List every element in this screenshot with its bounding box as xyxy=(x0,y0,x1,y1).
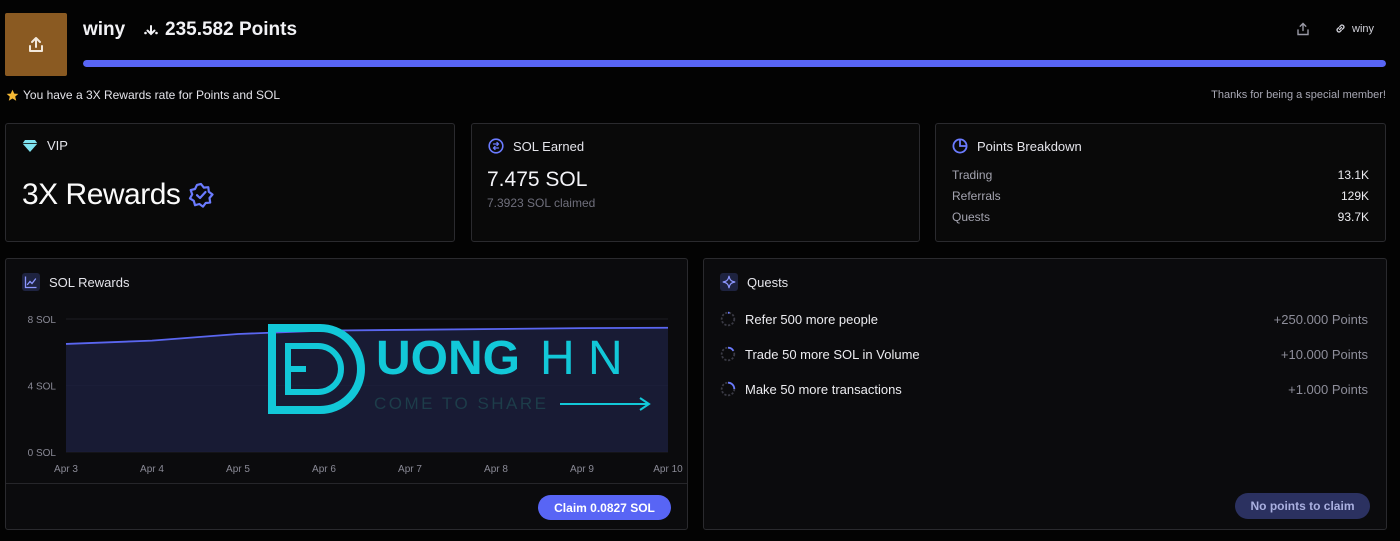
x-tick-label: Apr 4 xyxy=(140,464,164,475)
breakdown-value: 129K xyxy=(1340,189,1369,203)
progress-ring-icon xyxy=(720,311,736,327)
progress-ring-icon xyxy=(720,346,736,362)
quest-item[interactable]: Refer 500 more people +250.000 Points xyxy=(720,311,1368,327)
y-tick-label: 0 SOL xyxy=(28,448,57,459)
quest-label: Make 50 more transactions xyxy=(745,381,902,397)
quest-item[interactable]: Make 50 more transactions +1.000 Points xyxy=(720,381,1368,397)
quest-reward: +250.000 Points xyxy=(1273,311,1368,327)
watermark-arrow-icon xyxy=(560,397,651,411)
sparkle-icon xyxy=(720,273,738,291)
rewards-rate-note: You have a 3X Rewards rate for Points an… xyxy=(6,88,280,102)
quest-reward: +10.000 Points xyxy=(1280,346,1368,362)
x-tick-label: Apr 7 xyxy=(398,464,422,475)
progress-ring-icon xyxy=(720,381,736,397)
watermark: UONG H N COME TO SHARE xyxy=(268,324,651,414)
upload-icon xyxy=(29,36,43,52)
breakdown-value: 93.7K xyxy=(1337,210,1369,224)
coin-swap-icon xyxy=(488,138,504,154)
breakdown-label: Trading xyxy=(952,168,993,182)
quests-label: Quests xyxy=(747,274,789,290)
x-tick-label: Apr 10 xyxy=(653,464,683,475)
vip-card-title: VIP xyxy=(22,138,68,153)
quests-card: Quests Refer 500 more people +250.000 Po… xyxy=(703,258,1387,530)
share-icon xyxy=(1297,22,1309,36)
breakdown-label: Quests xyxy=(952,210,991,224)
sol-claimed-text: 7.3923 SOL claimed xyxy=(487,196,596,210)
avatar[interactable] xyxy=(5,13,67,76)
diamond-icon xyxy=(22,139,38,152)
quest-label: Trade 50 more SOL in Volume xyxy=(745,346,920,362)
share-button[interactable] xyxy=(1296,22,1312,38)
breakdown-row-referrals: Referrals 129K xyxy=(952,189,1369,203)
no-points-to-claim-button[interactable]: No points to claim xyxy=(1235,493,1370,519)
watermark-brand: UONG xyxy=(376,332,520,385)
rewards-rate-text: You have a 3X Rewards rate for Points an… xyxy=(23,88,281,102)
claim-sol-button[interactable]: Claim 0.0827 SOL xyxy=(538,495,671,520)
thanks-note: Thanks for being a special member! xyxy=(1211,89,1386,101)
points-breakdown-title: Points Breakdown xyxy=(952,138,1082,154)
breakdown-row-trading: Trading 13.1K xyxy=(952,168,1369,182)
link-icon xyxy=(1336,24,1345,33)
chart-divider xyxy=(6,483,687,484)
x-tick-label: Apr 9 xyxy=(570,464,594,475)
referral-link[interactable]: winy xyxy=(1334,22,1374,35)
vip-label: VIP xyxy=(47,138,68,153)
username: winy xyxy=(83,19,126,40)
vip-card: VIP 3X Rewards xyxy=(5,123,455,242)
y-tick-label: 4 SOL xyxy=(28,382,57,393)
sol-earned-value: 7.475 SOL xyxy=(487,168,588,191)
vip-headline: 3X Rewards xyxy=(22,178,215,212)
star-icon xyxy=(6,89,19,101)
breakdown-label: Referrals xyxy=(952,189,1001,203)
pie-chart-icon xyxy=(952,138,968,154)
quests-title: Quests xyxy=(720,273,788,291)
watermark-logo-icon xyxy=(268,324,365,414)
quest-label: Refer 500 more people xyxy=(745,311,878,327)
points-progress-bar xyxy=(83,60,1386,67)
points-text: 235.582 Points xyxy=(165,19,298,40)
points-total: 235.582 Points xyxy=(143,19,297,41)
sol-earned-title: SOL Earned xyxy=(488,138,584,154)
x-tick-label: Apr 8 xyxy=(484,464,508,475)
quest-reward: +1.000 Points xyxy=(1288,381,1368,397)
referral-link-label: winy xyxy=(1352,22,1375,35)
watermark-brand-2: H N xyxy=(540,332,623,385)
sparkle-down-icon xyxy=(144,25,158,36)
points-breakdown-label: Points Breakdown xyxy=(977,138,1082,154)
points-progress-fill xyxy=(83,60,1386,67)
watermark-tagline: COME TO SHARE xyxy=(374,394,549,413)
verified-badge-icon xyxy=(189,182,215,208)
x-tick-label: Apr 6 xyxy=(312,464,336,475)
x-tick-label: Apr 5 xyxy=(226,464,250,475)
y-tick-label: 8 SOL xyxy=(28,315,57,326)
vip-headline-text: 3X Rewards xyxy=(22,178,181,211)
sol-earned-label: SOL Earned xyxy=(513,138,585,154)
quest-item[interactable]: Trade 50 more SOL in Volume +10.000 Poin… xyxy=(720,346,1368,362)
points-breakdown-card: Points Breakdown Trading 13.1K Referrals… xyxy=(935,123,1386,242)
breakdown-row-quests: Quests 93.7K xyxy=(952,210,1369,224)
x-tick-label: Apr 3 xyxy=(54,464,78,475)
breakdown-value: 13.1K xyxy=(1337,168,1369,182)
sol-earned-card: SOL Earned 7.475 SOL 7.3923 SOL claimed xyxy=(471,123,920,242)
